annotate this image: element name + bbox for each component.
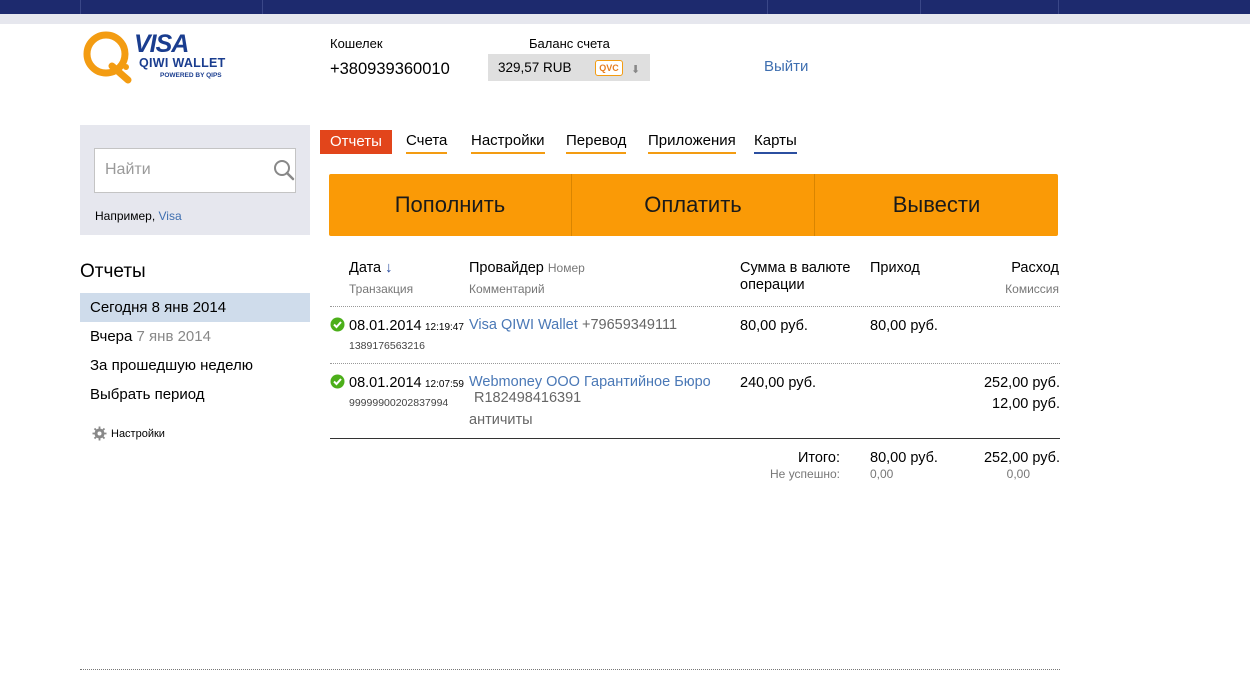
row-number: +79659349111 [582, 317, 678, 333]
row-comment: античиты [469, 412, 533, 428]
topbar-separator [80, 0, 81, 14]
currency-badge: QVC [595, 60, 623, 76]
totals-expense: 252,00 руб. [983, 450, 1060, 466]
footer-divider [80, 669, 1060, 670]
top-up-button[interactable]: Пополнить [329, 174, 571, 236]
row-amount: 240,00 руб. [740, 375, 817, 391]
topbar-separator [767, 0, 768, 14]
header-transaction: Транзакция [349, 282, 414, 296]
tab-settings[interactable]: Настройки [471, 130, 545, 154]
table-divider [330, 306, 1060, 307]
totals-income: 80,00 руб. [870, 450, 938, 466]
header-date[interactable]: Дата ↓ [349, 260, 392, 276]
topbar-separator [1058, 0, 1059, 14]
table-divider [330, 363, 1060, 364]
row-date: 08.01.2014 [349, 375, 422, 391]
tab-accounts[interactable]: Счета [406, 130, 448, 154]
pay-button[interactable]: Оплатить [572, 174, 814, 236]
row-number: R182498416391 [474, 390, 582, 406]
period-label: Сегодня 8 янв 2014 [90, 299, 227, 316]
period-last-week[interactable]: За прошедшую неделю [80, 351, 310, 380]
header-provider: Провайдер Номер [469, 260, 585, 276]
row-amount: 80,00 руб. [740, 318, 808, 334]
qiwi-logo[interactable]: VISA QIWI WALLET POWERED BY QIPS [82, 30, 232, 86]
tab-reports[interactable]: Отчеты [320, 130, 392, 154]
period-yesterday[interactable]: Вчера 7 янв 2014 [80, 322, 310, 351]
tab-cards[interactable]: Карты [754, 130, 797, 154]
totals-divider [330, 438, 1060, 439]
header-income: Приход [870, 260, 920, 276]
row-income: 80,00 руб. [870, 318, 938, 334]
row-provider-link[interactable]: Visa QIWI Wallet [469, 317, 578, 333]
success-check-icon [330, 374, 345, 389]
visa-logo-text: VISA [134, 30, 189, 58]
arrow-down-icon[interactable]: ⬇ [631, 63, 640, 76]
failed-label: Не успешно: [770, 467, 840, 481]
balance-selector[interactable]: 329,57 RUB QVC ⬇ [488, 54, 650, 81]
tab-apps[interactable]: Приложения [648, 130, 736, 154]
row-commission: 12,00 руб. [992, 396, 1060, 412]
header-comment: Комментарий [469, 282, 545, 296]
period-label: Выбрать период [90, 386, 205, 403]
period-yesterday-label: Вчера [90, 328, 133, 345]
action-bar: Пополнить Оплатить Вывести [329, 174, 1058, 236]
topbar-shadow [0, 14, 1250, 24]
topbar-separator [920, 0, 921, 14]
wallet-number: +380939360010 [330, 60, 450, 78]
search-placeholder: Найти [105, 161, 151, 178]
header-date-label: Дата [349, 260, 382, 276]
search-input[interactable]: Найти [94, 148, 296, 193]
row-time: 12:19:47 [425, 322, 464, 333]
header-number: Номер [547, 261, 585, 275]
success-check-icon [330, 317, 345, 332]
search-example-prefix: Например, [95, 209, 159, 223]
report-settings-label: Настройки [111, 428, 165, 440]
row-date: 08.01.2014 [349, 318, 422, 334]
withdraw-button[interactable]: Вывести [815, 174, 1058, 236]
period-label: Вчера 7 янв 2014 [90, 322, 211, 351]
wallet-label: Кошелек [330, 36, 383, 51]
period-custom[interactable]: Выбрать период [80, 380, 310, 409]
failed-income: 0,00 [870, 467, 894, 481]
qiwi-wallet-logo-text: QIWI WALLET [139, 56, 226, 70]
search-panel: Найти Например, Visa [80, 125, 310, 235]
row-expense: 252,00 руб. [983, 375, 1060, 391]
balance-value: 329,57 RUB [498, 60, 572, 75]
header-expense: Расход [1011, 260, 1059, 276]
period-yesterday-date: 7 янв 2014 [136, 328, 211, 345]
header-commission: Комиссия [1005, 282, 1059, 296]
gear-icon [92, 426, 107, 441]
period-label: За прошедшую неделю [90, 357, 254, 374]
logout-link[interactable]: Выйти [764, 58, 808, 75]
failed-expense: 0,00 [1006, 467, 1030, 481]
header-provider-label: Провайдер [469, 260, 544, 276]
search-example-link[interactable]: Visa [158, 209, 181, 223]
header-amount-line2: операции [740, 277, 805, 293]
header-amount-line1: Сумма в валюте [740, 260, 851, 276]
powered-by-text: POWERED BY QIPS [160, 72, 222, 79]
topbar-separator [262, 0, 263, 14]
search-icon[interactable] [273, 159, 295, 181]
row-provider-link[interactable]: Webmoney ООО Гарантийное Бюро [469, 374, 711, 390]
balance-label: Баланс счета [529, 36, 610, 51]
sort-arrow-icon[interactable]: ↓ [385, 260, 392, 276]
sidebar-title: Отчеты [80, 261, 146, 282]
qiwi-logo-icon [83, 31, 132, 84]
top-navigation-bar [0, 0, 1250, 14]
search-example: Например, Visa [95, 209, 182, 223]
period-today[interactable]: Сегодня 8 янв 2014 [80, 293, 310, 322]
row-transaction-id: 1389176563216 [349, 340, 425, 352]
row-time: 12:07:59 [425, 379, 464, 390]
totals-label: Итого: [797, 450, 840, 466]
row-transaction-id: 99999900202837994 [349, 397, 449, 409]
tab-transfer[interactable]: Перевод [566, 130, 627, 154]
